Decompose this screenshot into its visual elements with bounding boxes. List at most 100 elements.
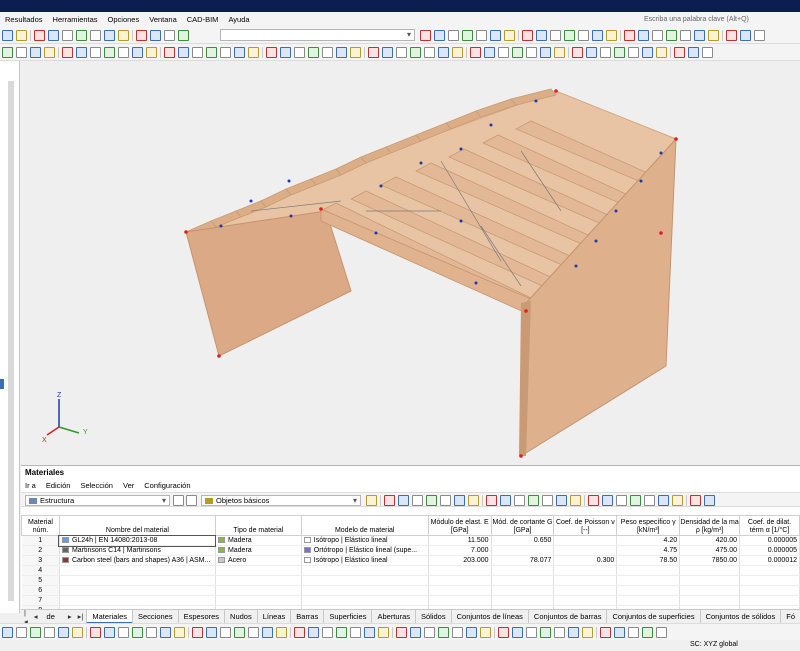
table-row[interactable]: 4 [21,565,800,576]
toolbar-tool-icon[interactable] [220,627,231,638]
cell-nu[interactable]: 0.300 [553,555,618,566]
keyword-search[interactable]: Escriba una palabra clave (Alt+Q) [644,14,794,25]
toolbar-tool-icon[interactable] [322,47,333,58]
panel-menu-ver[interactable]: Ver [123,481,134,490]
toolbar-tool-icon[interactable] [90,627,101,638]
toolbar-tool-icon[interactable] [206,627,217,638]
toolbar-tool-icon[interactable] [452,47,463,58]
toolbar-tool-icon[interactable] [484,47,495,58]
cell-alpha[interactable]: 0.000012 [739,555,800,566]
toolbar-tool-icon[interactable] [644,495,655,506]
toolbar-tool-icon[interactable] [34,30,45,41]
cell-type[interactable]: Acero [215,555,302,566]
toolbar-tool-icon[interactable] [192,627,203,638]
toolbar-tool-icon[interactable] [294,47,305,58]
toolbar-tool-icon[interactable] [588,495,599,506]
toolbar-tool-icon[interactable] [586,47,597,58]
toolbar-tool-icon[interactable] [638,30,649,41]
toolbar-tool-icon[interactable] [572,47,583,58]
model-viewport[interactable]: Z Y X [21,61,800,464]
toolbar-tool-icon[interactable] [104,30,115,41]
toolbar-tool-icon[interactable] [150,30,161,41]
cell-gamma[interactable] [616,575,681,586]
toolbar-tool-icon[interactable] [266,47,277,58]
toolbar-tool-icon[interactable] [280,47,291,58]
toolbar-tool-icon[interactable] [132,47,143,58]
cell-type[interactable] [215,585,302,596]
cell-gamma[interactable]: 4.75 [616,545,681,556]
tab-conjuntos-de-sólidos[interactable]: Conjuntos de sólidos [699,610,781,623]
toolbar-tool-icon[interactable] [276,627,287,638]
toolbar-tool-icon[interactable] [438,47,449,58]
toolbar-tool-icon[interactable] [606,30,617,41]
toolbar-tool-icon[interactable] [62,30,73,41]
toolbar-tool-icon[interactable] [526,627,537,638]
toolbar-tool-icon[interactable] [540,627,551,638]
toolbar-tool-icon[interactable] [658,495,669,506]
view-combo[interactable] [220,29,415,41]
cell-G[interactable]: 0.650 [491,535,555,546]
cell-E[interactable]: 11.500 [428,535,492,546]
toolbar-tool-icon[interactable] [322,627,333,638]
toolbar-tool-icon[interactable] [294,627,305,638]
cell-nu[interactable] [553,595,618,606]
toolbar-tool-icon[interactable] [680,30,691,41]
toolbar-tool-icon[interactable] [118,627,129,638]
tab-aberturas[interactable]: Aberturas [371,610,415,623]
toolbar-tool-icon[interactable] [448,30,459,41]
cell-name[interactable] [59,595,216,606]
prev-arrow-icon[interactable] [173,495,184,506]
toolbar-tool-icon[interactable] [146,47,157,58]
toolbar-tool-icon[interactable] [220,47,231,58]
toolbar-tool-icon[interactable] [708,30,719,41]
table-row[interactable]: 1 GL24h | EN 14080:2013-08 Madera Isótropo … [21,534,800,547]
toolbar-tool-icon[interactable] [486,495,497,506]
cell-type[interactable] [215,565,302,576]
toolbar-tool-icon[interactable] [642,627,653,638]
cell-name[interactable] [59,565,216,576]
column-header[interactable]: Tipo de material [214,515,302,536]
cell-nu[interactable] [553,585,618,596]
toolbar-tool-icon[interactable] [526,47,537,58]
first-page-icon[interactable]: |◂ [21,610,31,623]
cell-rho[interactable]: 420.00 [679,535,741,546]
cell-E[interactable]: 203.000 [428,555,492,566]
toolbar-tool-icon[interactable] [178,30,189,41]
column-header[interactable]: Modelo de material [300,515,429,536]
toolbar-tool-icon[interactable] [656,627,667,638]
navigator-scrollbar[interactable] [8,81,14,601]
toolbar-tool-icon[interactable] [2,627,13,638]
toolbar-tool-icon[interactable] [674,47,685,58]
toolbar-tool-icon[interactable] [476,30,487,41]
cell-gamma[interactable]: 78.50 [616,555,681,566]
cell-alpha[interactable]: 0.000005 [739,535,800,546]
cell-type[interactable] [215,575,302,586]
toolbar-tool-icon[interactable] [592,30,603,41]
toolbar-tool-icon[interactable] [498,627,509,638]
toolbar-tool-icon[interactable] [628,47,639,58]
tab-sólidos[interactable]: Sólidos [415,610,451,623]
cell-E[interactable]: 7.000 [428,545,492,556]
toolbar-tool-icon[interactable] [616,495,627,506]
menu-ayuda[interactable]: Ayuda [223,15,254,24]
toolbar-tool-icon[interactable] [754,30,765,41]
column-header[interactable]: Densidad de la ma ρ [kg/m³] [679,515,741,536]
toolbar-tool-icon[interactable] [602,495,613,506]
cell-alpha[interactable] [739,595,800,606]
toolbar-tool-icon[interactable] [740,30,751,41]
panel-menu-edicion[interactable]: Edición [46,481,71,490]
tab-barras[interactable]: Barras [290,610,323,623]
toolbar-tool-icon[interactable] [2,47,13,58]
next-arrow-icon[interactable] [186,495,197,506]
toolbar-tool-icon[interactable] [694,30,705,41]
cell-model[interactable]: Isótropo | Elástico lineal [301,555,429,566]
tab-conjuntos-de-barras[interactable]: Conjuntos de barras [527,610,607,623]
toolbar-tool-icon[interactable] [30,627,41,638]
toolbar-tool-icon[interactable] [424,627,435,638]
toolbar-tool-icon[interactable] [396,47,407,58]
toolbar-tool-icon[interactable] [672,495,683,506]
toolbar-tool-icon[interactable] [528,495,539,506]
toolbar-tool-icon[interactable] [702,47,713,58]
cell-G[interactable] [491,575,555,586]
toolbar-tool-icon[interactable] [420,30,431,41]
